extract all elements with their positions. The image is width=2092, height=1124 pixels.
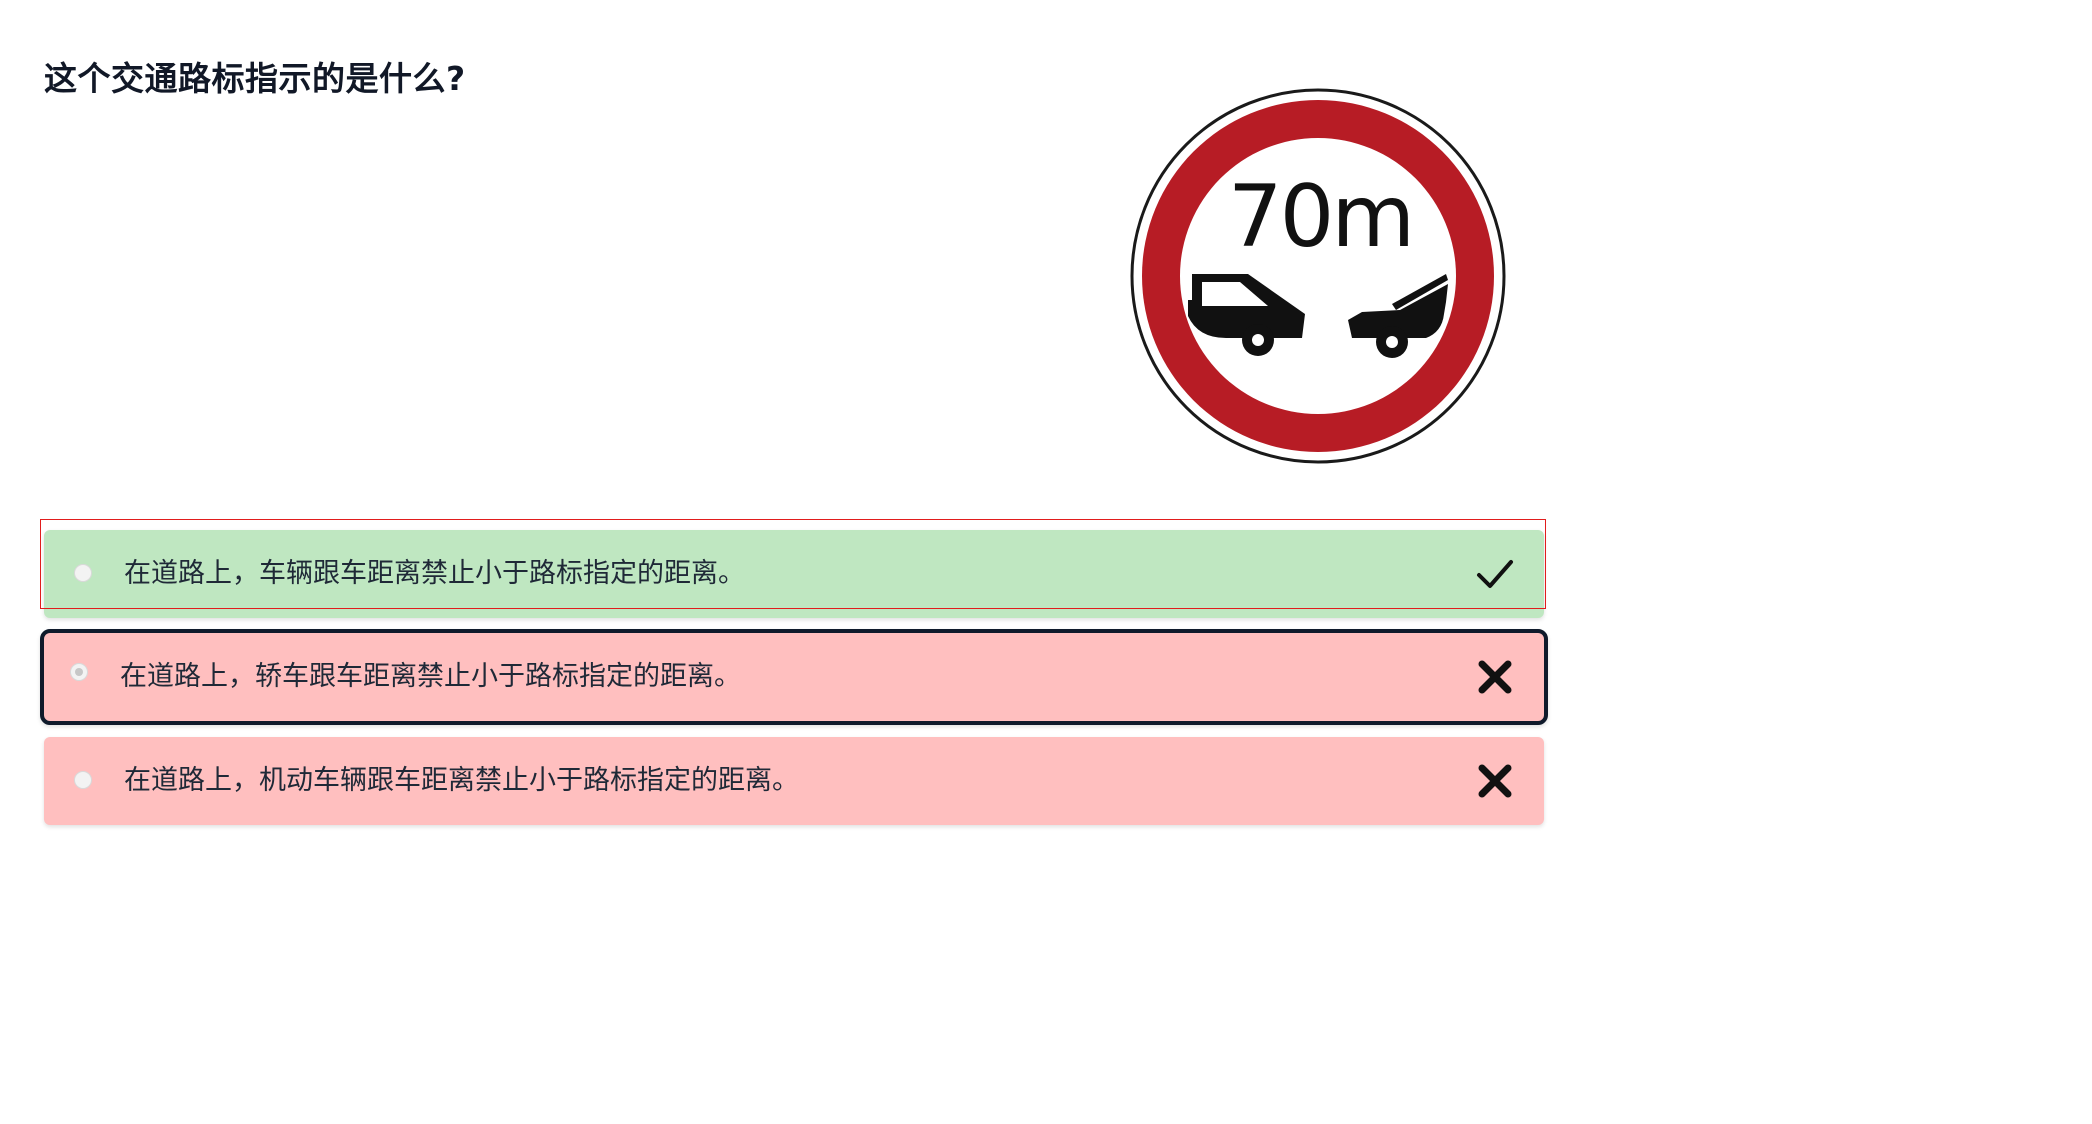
answer-option-1[interactable]: 在道路上，车辆跟车距离禁止小于路标指定的距离。 [44,530,1544,618]
answer-option-3[interactable]: 在道路上，机动车辆跟车距离禁止小于路标指定的距离。 [44,737,1544,825]
answer-label-2: 在道路上，轿车跟车距离禁止小于路标指定的距离。 [120,661,741,692]
answer-label-3: 在道路上，机动车辆跟车距离禁止小于路标指定的距离。 [124,765,799,796]
answer-radio-1[interactable] [74,564,92,582]
answer-option-2[interactable]: 在道路上，轿车跟车距离禁止小于路标指定的距离。 [40,629,1548,725]
answer-radio-2[interactable] [70,663,88,681]
answer-radio-3[interactable] [74,771,92,789]
cross-icon [1478,764,1512,798]
quiz-page: 这个交通路标指示的是什么? 70m 在道路上，车辆跟车距离禁止小于路标指定的距离… [0,0,1560,840]
answer-label-1: 在道路上，车辆跟车距离禁止小于路标指定的距离。 [124,558,745,589]
traffic-sign-image: 70m [1130,88,1506,464]
question-title: 这个交通路标指示的是什么? [44,59,466,98]
checkmark-icon [1477,560,1513,588]
cross-icon [1478,660,1512,694]
sign-distance-text: 70m [1228,167,1412,267]
